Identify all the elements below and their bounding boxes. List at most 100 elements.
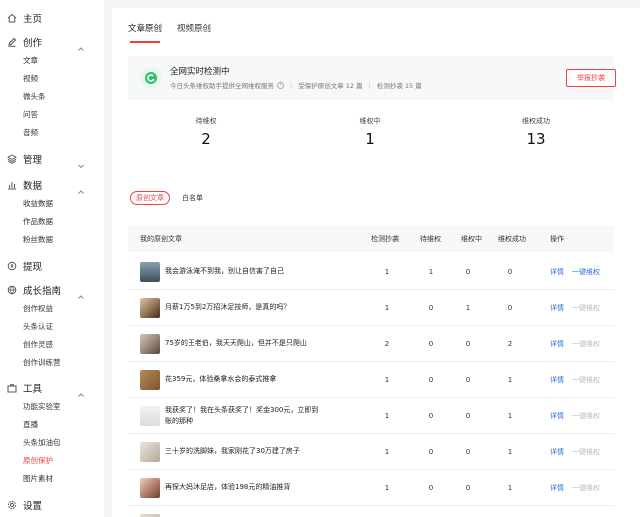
nav-home-label: 主页 (23, 14, 43, 25)
article-thumbnail[interactable] (140, 262, 160, 282)
filter-original-articles[interactable]: 原创文章 (130, 191, 170, 205)
one-click-rights-button[interactable]: 一键维权 (572, 398, 600, 434)
chevron-up-icon (77, 181, 85, 194)
article-thumbnail[interactable] (140, 406, 160, 426)
cell-success: 2 (507, 340, 513, 348)
tab-video-original[interactable]: 视频原创 (177, 18, 211, 40)
article-title[interactable]: 花359元，体验桑拿水会的泰式推拿 (165, 374, 325, 385)
detail-link[interactable]: 详情 (550, 326, 564, 362)
cell-detected: 2 (384, 340, 390, 348)
nav-home[interactable]: 主页 (0, 10, 104, 26)
nav-data[interactable]: 数据 (0, 177, 104, 194)
cell-in-progress: 0 (465, 268, 471, 276)
table-row: 再探大妈沐足店，体验198元的精油推背 1 0 0 1 详情 一键维权 (128, 470, 614, 506)
stat-label: 维权中 (359, 117, 381, 125)
sidebar-item-audio[interactable]: 音频 (23, 128, 38, 138)
sidebar-item-video[interactable]: 视频 (23, 74, 38, 84)
article-title[interactable]: 再探大妈沐足店，体验198元的精油推背 (165, 482, 325, 493)
sidebar-item-rights[interactable]: 创作权益 (23, 304, 53, 314)
one-click-rights-button[interactable]: 一键维权 (572, 254, 600, 290)
report-plagiarism-button[interactable]: 举报抄袭 (566, 69, 616, 87)
cell-detected: 1 (384, 448, 390, 456)
bar-chart-icon (7, 180, 17, 190)
article-title[interactable]: 75岁的王老伯，我天天爬山，但并不是只爬山 (165, 338, 325, 349)
sidebar-item-income-data[interactable]: 收益数据 (23, 199, 53, 209)
nav-withdraw[interactable]: 提现 (0, 258, 104, 274)
one-click-rights-button[interactable]: 一键维权 (572, 506, 600, 517)
sidebar-item-inspiration[interactable]: 创作灵感 (23, 340, 53, 350)
nav-growth[interactable]: 成长指南 (0, 282, 104, 299)
sidebar-item-micro[interactable]: 微头条 (23, 92, 46, 102)
detail-link[interactable]: 详情 (550, 290, 564, 326)
sidebar-item-article[interactable]: 文章 (23, 56, 38, 66)
stat-value: 2 (201, 130, 211, 148)
article-title[interactable]: 我获奖了！我在头条获奖了！奖金300元，立即到账的那种 (165, 405, 325, 427)
home-icon (7, 13, 17, 23)
banner-desc: 今日头条维权助手提供全网维权服务 ? | 受保护原创文章 12 篇 | 检测抄袭… (170, 80, 422, 90)
table-row: 我获奖了！我在头条获奖了！奖金300元，立即到账的那种 1 0 0 1 详情 一键维权 (128, 398, 614, 434)
nav-create[interactable]: 创作 (0, 34, 104, 51)
filter-whitelist[interactable]: 白名单 (182, 191, 203, 205)
sidebar-item-boost[interactable]: 头条加油包 (23, 438, 61, 448)
tab-article-original[interactable]: 文章原创 (128, 18, 162, 40)
cell-success: 1 (507, 484, 513, 492)
detail-link[interactable]: 详情 (550, 398, 564, 434)
article-thumbnail[interactable] (140, 478, 160, 498)
monitor-banner: 全网实时检测中 今日头条维权助手提供全网维权服务 ? | 受保护原创文章 12 … (128, 56, 616, 100)
sidebar-item-original-protection[interactable]: 原创保护 (23, 456, 53, 466)
article-thumbnail[interactable] (140, 370, 160, 390)
chevron-up-icon (77, 286, 85, 299)
sidebar: 主页 创作 文章 视频 微头条 问答 音频 管理 数据 收益数据 作品数据 粉丝… (0, 0, 104, 517)
one-click-rights-button[interactable]: 一键维权 (572, 362, 600, 398)
shield-logo-icon (140, 67, 162, 89)
sidebar-item-lab[interactable]: 功能实验室 (23, 402, 61, 412)
cell-in-progress: 0 (458, 506, 478, 517)
stat-label: 维权成功 (522, 117, 550, 125)
sidebar-item-certify[interactable]: 头条认证 (23, 322, 53, 332)
banner-title: 全网实时检测中 (170, 67, 230, 77)
sidebar-item-fans-data[interactable]: 粉丝数据 (23, 235, 53, 245)
cell-detected: 1 (384, 304, 390, 312)
cell-detected: 1 (384, 376, 390, 384)
sidebar-item-training[interactable]: 创作训练营 (23, 358, 61, 368)
sidebar-item-works-data[interactable]: 作品数据 (23, 217, 53, 227)
sidebar-item-live[interactable]: 直播 (23, 420, 38, 430)
cell-success: 1 (507, 412, 513, 420)
detail-link[interactable]: 详情 (550, 434, 564, 470)
table-row: 对话21岁的洗脚妹1001详情一键维权 (128, 506, 614, 517)
detail-link[interactable]: 详情 (550, 362, 564, 398)
gear-icon (7, 500, 17, 510)
stat-pending: 待维权 2 (166, 116, 246, 148)
article-thumbnail[interactable] (140, 298, 160, 318)
cell-pending: 0 (421, 506, 441, 517)
table-row: 三十岁的洗脚妹，我家刚花了30万建了房子 1 0 0 1 详情 一键维权 (128, 434, 614, 470)
article-thumbnail[interactable] (140, 334, 160, 354)
cell-pending: 0 (428, 304, 434, 312)
pen-icon (7, 37, 17, 47)
tab-underline (130, 41, 160, 43)
one-click-rights-button[interactable]: 一键维权 (572, 470, 600, 506)
sidebar-item-image-library[interactable]: 图片素材 (23, 474, 53, 484)
one-click-rights-button[interactable]: 一键维权 (572, 290, 600, 326)
cell-pending: 0 (428, 340, 434, 348)
nav-tools[interactable]: 工具 (0, 380, 104, 397)
article-title[interactable]: 三十岁的洗脚妹，我家刚花了30万建了房子 (165, 446, 325, 457)
detail-link[interactable]: 详情 (550, 254, 564, 290)
help-icon[interactable]: ? (277, 81, 284, 89)
stat-label: 待维权 (195, 117, 217, 125)
nav-manage-label: 管理 (23, 155, 43, 166)
one-click-rights-button[interactable]: 一键维权 (572, 326, 600, 362)
sidebar-item-qa[interactable]: 问答 (23, 110, 38, 120)
one-click-rights-button[interactable]: 一键维权 (572, 434, 600, 470)
header-in-progress: 维权中 (461, 235, 482, 243)
article-title[interactable]: 月薪1万5到2万招沐足技师，是真的吗？ (165, 302, 325, 313)
header-pending: 待维权 (420, 235, 441, 243)
nav-settings[interactable]: 设置 (0, 497, 104, 513)
chevron-up-icon (77, 384, 85, 397)
detail-link[interactable]: 详情 (550, 470, 564, 506)
article-title[interactable]: 我会游泳淹不到我，别让自信害了自己 (165, 266, 325, 277)
nav-manage[interactable]: 管理 (0, 151, 104, 169)
chevron-up-icon (77, 38, 85, 51)
detail-link[interactable]: 详情 (550, 506, 564, 517)
article-thumbnail[interactable] (140, 442, 160, 462)
